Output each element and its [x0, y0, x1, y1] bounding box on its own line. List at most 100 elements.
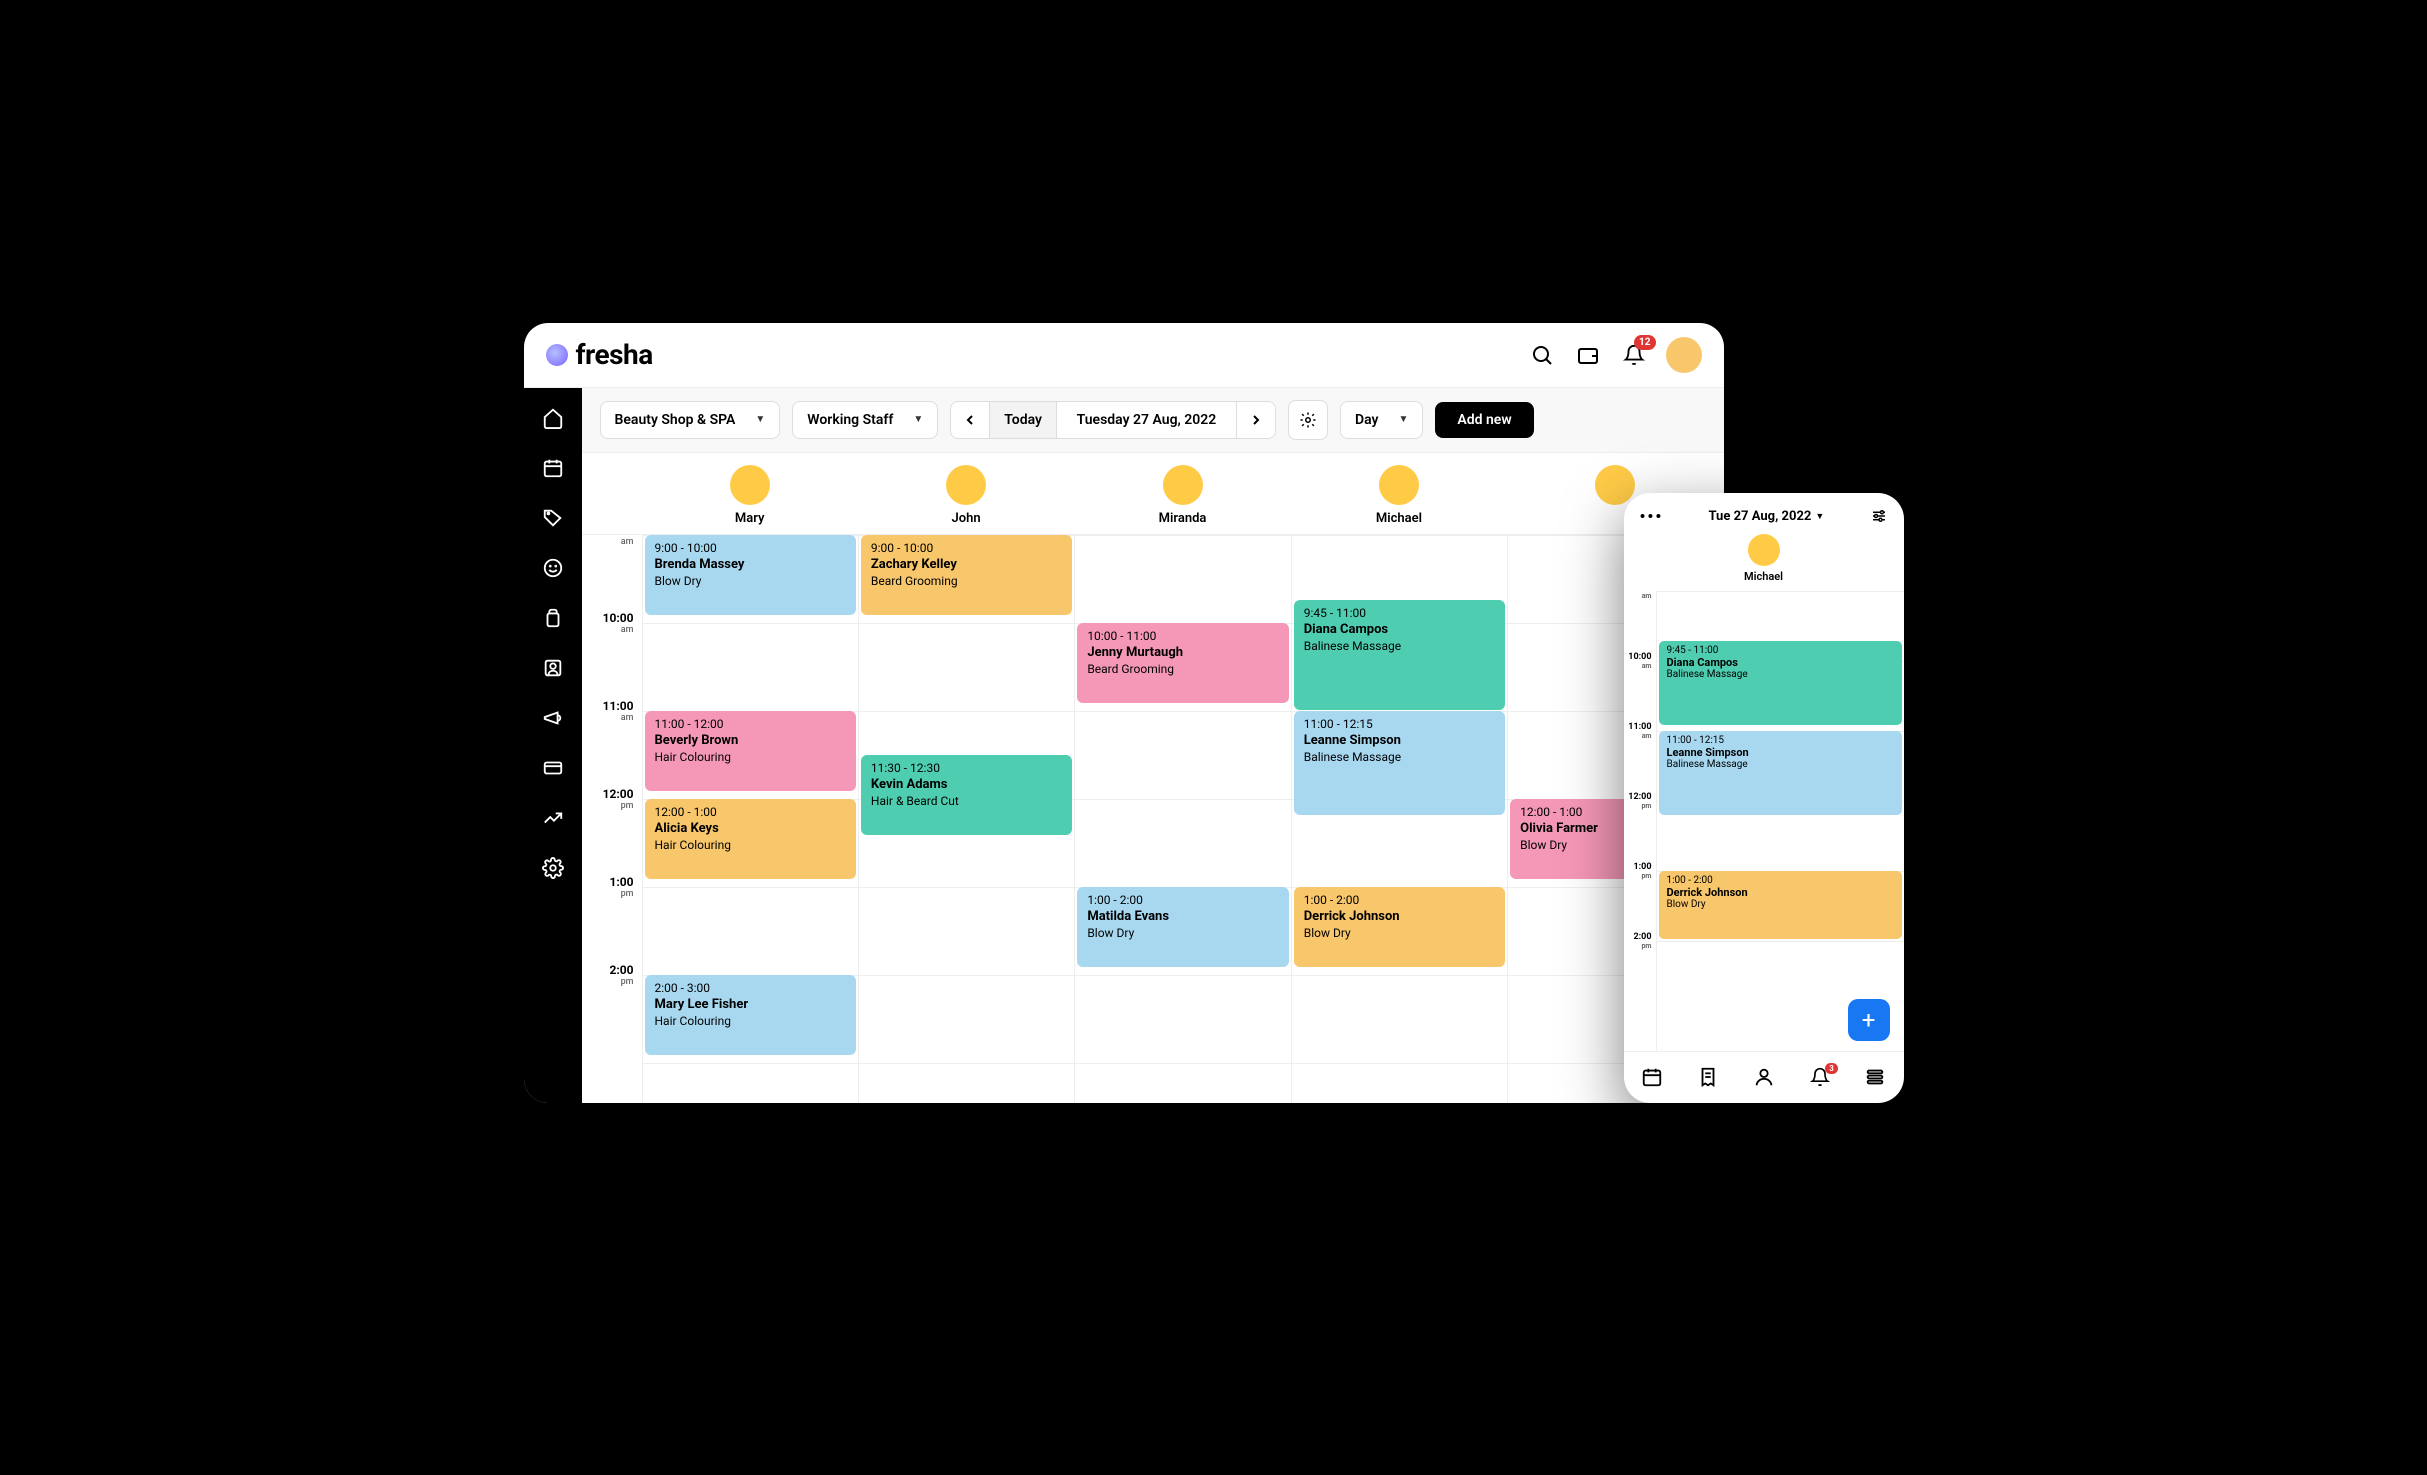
prev-day-button[interactable] [951, 402, 990, 438]
staff-name: Michael [1376, 511, 1422, 526]
appointment-card[interactable]: 2:00 - 3:00Mary Lee FisherHair Colouring [645, 975, 856, 1055]
profile-avatar[interactable] [1666, 337, 1702, 373]
next-day-button[interactable] [1237, 402, 1275, 438]
appointment-client: Jenny Murtaugh [1087, 645, 1278, 660]
mobile-date-picker[interactable]: Tue 27 Aug, 2022▼ [1708, 509, 1824, 524]
appointment-card[interactable]: 1:00 - 2:00 Matilda Evans Blow Dry [1077, 887, 1288, 967]
appointment-client: Diana Campos [1304, 622, 1495, 637]
analytics-icon[interactable] [541, 806, 565, 830]
appointment-client: Leanne Simpson [1667, 746, 1894, 759]
appointment-time: 1:00 - 2:00 [1087, 893, 1278, 907]
add-new-button[interactable]: Add new [1435, 402, 1533, 438]
staff-dropdown[interactable]: Working Staff▼ [792, 401, 938, 439]
time-label: 9:00am [1633, 591, 1651, 600]
staff-header-row: Mary John Miranda Michael [582, 453, 1724, 535]
appointment-client: Matilda Evans [1087, 909, 1278, 924]
appointment-card[interactable]: 11:30 - 12:30Kevin AdamsHair & Beard Cut [861, 755, 1072, 835]
megaphone-icon[interactable] [541, 706, 565, 730]
calendar-settings-button[interactable] [1288, 400, 1328, 440]
appointment-card[interactable]: 11:00 - 12:15Leanne SimpsonBalinese Mass… [1659, 731, 1902, 815]
appointment-card[interactable]: 9:45 - 11:00Diana CamposBalinese Massage [1659, 641, 1902, 725]
desktop-app: fresha 12 [524, 323, 1724, 1103]
calendar-toolbar: Beauty Shop & SPA▼ Working Staff▼ Today … [582, 388, 1724, 453]
appointment-client: Derrick Johnson [1667, 886, 1894, 899]
tab-calendar-icon[interactable] [1641, 1066, 1663, 1088]
chevron-down-icon: ▼ [913, 414, 923, 425]
tab-clients-icon[interactable] [1753, 1066, 1775, 1088]
appointment-time: 9:00 - 10:00 [655, 541, 846, 555]
wallet-icon[interactable] [1574, 341, 1602, 369]
appointment-card[interactable]: 11:00 - 12:15Leanne SimpsonBalinese Mass… [1294, 711, 1505, 815]
appointment-time: 9:45 - 11:00 [1667, 645, 1894, 656]
staff-day-column: 9:00 - 10:00 Brenda Massey Blow Dry 11:00 -… [642, 535, 858, 1103]
search-icon[interactable] [1528, 341, 1556, 369]
staff-avatar [1379, 465, 1419, 505]
appointment-client: Mary Lee Fisher [655, 997, 846, 1012]
time-label: 2:00pm [609, 963, 633, 987]
staff-column-header[interactable]: Mary [642, 465, 858, 526]
time-label: 1:00pm [1633, 862, 1651, 880]
staff-avatar [1163, 465, 1203, 505]
calendar-icon[interactable] [541, 456, 565, 480]
mobile-tabbar: 3 [1624, 1051, 1904, 1103]
staff-column-header[interactable]: Michael [1291, 465, 1507, 526]
appointment-card[interactable]: 11:00 - 12:00Beverly BrownHair Colouring [645, 711, 856, 791]
appointment-client: Alicia Keys [655, 821, 846, 836]
appointment-time: 10:00 - 11:00 [1087, 629, 1278, 643]
brand-logo[interactable]: fresha [546, 338, 653, 371]
date-display[interactable]: Tuesday 27 Aug, 2022 [1057, 402, 1237, 438]
appointment-card[interactable]: 10:00 - 11:00Jenny MurtaughBeard Groomin… [1077, 623, 1288, 703]
card-icon[interactable] [541, 756, 565, 780]
appointment-card[interactable]: 1:00 - 2:00Derrick JohnsonBlow Dry [1659, 871, 1902, 939]
appointment-time: 11:30 - 12:30 [871, 761, 1062, 775]
appointment-time: 11:00 - 12:15 [1667, 735, 1894, 746]
appointment-time: 1:00 - 2:00 [1304, 893, 1495, 907]
appointment-card[interactable]: 9:45 - 11:00Diana CamposBalinese Massage [1294, 600, 1505, 710]
settings-icon[interactable] [541, 856, 565, 880]
staff-column-header[interactable]: Miranda [1074, 465, 1290, 526]
staff-avatar [1595, 465, 1635, 505]
mobile-staff-header: Michael [1624, 534, 1904, 591]
appointment-card[interactable]: 9:00 - 10:00Zachary KelleyBeard Grooming [861, 535, 1072, 615]
staff-day-column: 9:45 - 11:00Diana CamposBalinese Massage… [1291, 535, 1507, 1103]
staff-column-header[interactable]: John [858, 465, 1074, 526]
tab-menu-icon[interactable] [1864, 1066, 1886, 1088]
staff-avatar [730, 465, 770, 505]
filter-icon[interactable] [1870, 507, 1888, 525]
product-icon[interactable] [541, 606, 565, 630]
appointment-service: Balinese Massage [1667, 759, 1894, 770]
tag-icon[interactable] [541, 506, 565, 530]
appointment-service: Blow Dry [1087, 926, 1278, 940]
appointment-service: Hair Colouring [655, 838, 846, 852]
today-button[interactable]: Today [990, 402, 1057, 438]
home-icon[interactable] [541, 406, 565, 430]
chevron-down-icon: ▼ [1815, 511, 1824, 522]
location-dropdown[interactable]: Beauty Shop & SPA▼ [600, 401, 781, 439]
tab-receipt-icon[interactable] [1697, 1066, 1719, 1088]
staff-avatar [1748, 534, 1780, 566]
view-dropdown[interactable]: Day▼ [1340, 401, 1423, 439]
appointment-card[interactable]: 1:00 - 2:00Derrick JohnsonBlow Dry [1294, 887, 1505, 967]
staff-name: Michael [1744, 570, 1783, 583]
appointment-time: 9:45 - 11:00 [1304, 606, 1495, 620]
time-label: 11:00am [603, 699, 634, 723]
time-label: 9:00am [609, 535, 633, 547]
appointment-service: Hair Colouring [655, 1014, 846, 1028]
appointment-service: Blow Dry [655, 574, 846, 588]
appointment-card[interactable]: 12:00 - 1:00 Alicia Keys Hair Colouring [645, 799, 856, 879]
smile-icon[interactable] [541, 556, 565, 580]
appointment-client: Derrick Johnson [1304, 909, 1495, 924]
appointment-client: Brenda Massey [655, 557, 846, 572]
appointment-card[interactable]: 9:00 - 10:00 Brenda Massey Blow Dry [645, 535, 856, 615]
contact-icon[interactable] [541, 656, 565, 680]
staff-name: John [952, 511, 981, 526]
appointment-time: 11:00 - 12:00 [655, 717, 846, 731]
add-fab-button[interactable]: + [1848, 999, 1890, 1041]
appointment-service: Blow Dry [1667, 899, 1894, 910]
topbar: fresha 12 [524, 323, 1724, 388]
tab-notifications-icon[interactable]: 3 [1810, 1067, 1830, 1087]
more-menu-icon[interactable]: ••• [1640, 507, 1664, 526]
notifications-icon[interactable]: 12 [1620, 341, 1648, 369]
appointment-service: Beard Grooming [871, 574, 1062, 588]
appointment-time: 12:00 - 1:00 [655, 805, 846, 819]
